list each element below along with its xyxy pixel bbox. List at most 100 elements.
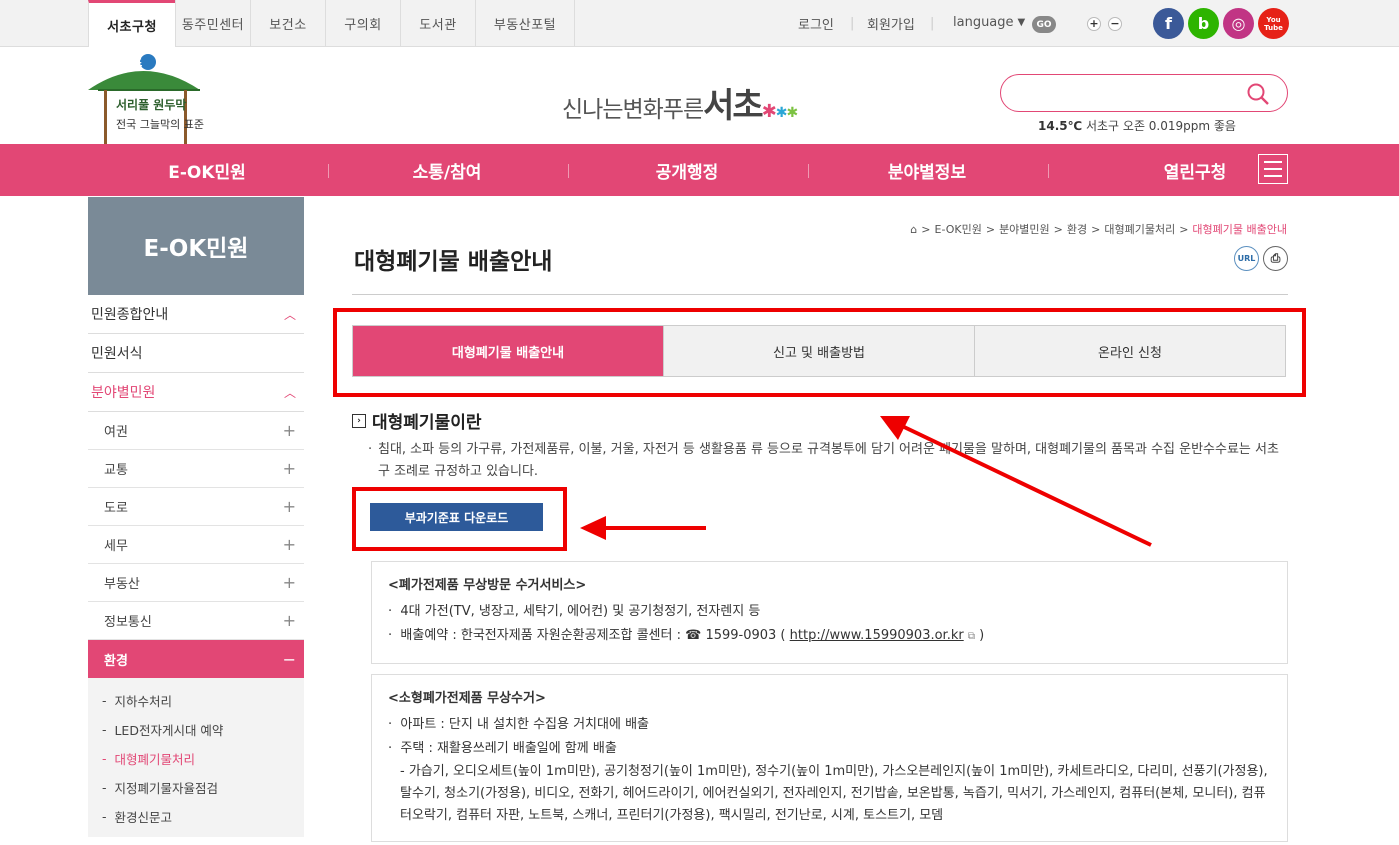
lnb-d3-large-waste[interactable]: - 대형폐기물처리 (88, 744, 304, 773)
lnb-d3-label: 지하수처리 (114, 694, 172, 709)
lnb-d3-label: 환경신문고 (114, 810, 172, 825)
lnb-sub-road[interactable]: 도로 + (88, 488, 304, 526)
star-icon: ✱ (786, 105, 799, 121)
gnb-open-admin[interactable]: 공개행정 (567, 144, 807, 196)
minus-icon: − (282, 649, 296, 669)
site-tab-realestate[interactable]: 부동산포털 (475, 0, 575, 47)
site-tab-health[interactable]: 보건소 (250, 0, 325, 47)
youtube-icon[interactable]: You Tube (1258, 8, 1289, 39)
site-tab-guchung[interactable]: 서초구청 (88, 0, 175, 48)
site-tab-library[interactable]: 도서관 (400, 0, 475, 47)
section-title: 대형폐기물이란 (372, 413, 482, 433)
site-tab-council[interactable]: 구의회 (325, 0, 400, 47)
breadcrumb-sep: > (1179, 222, 1189, 236)
recycling-site-link[interactable]: http://www.15990903.or.kr (790, 628, 964, 643)
lnb-sub-label: 교통 (104, 463, 128, 478)
star-icon: ✱ (775, 105, 788, 121)
gnb-eok[interactable]: E-OK민원 (87, 144, 327, 196)
logo-title: 서리풀 원두막 (116, 98, 187, 112)
site-logo[interactable]: 신나는변화푸른서초✱✱✱ (562, 78, 799, 127)
lnb-sub-label: 부동산 (104, 577, 140, 592)
hamburger-line (1264, 175, 1282, 177)
lnb-d3-designated-waste[interactable]: - 지정폐기물자율점검 (88, 773, 304, 802)
facebook-icon[interactable]: f (1153, 8, 1184, 39)
annotation-highlight-tabs (333, 308, 1306, 397)
plus-icon: + (282, 611, 296, 630)
box-title: <소형폐가전제품 무상수거> (388, 691, 546, 706)
join-link[interactable]: 회원가입 (867, 0, 915, 47)
lnb-sub-label: 여권 (104, 425, 128, 440)
search-icon[interactable] (1246, 82, 1270, 106)
gnb-communication[interactable]: 소통/참여 (327, 144, 567, 196)
list-item: · 아파트 : 단지 내 설치한 수집용 거치대에 배출 (388, 717, 649, 732)
breadcrumb-item[interactable]: E-OK민원 (935, 221, 982, 237)
zoom-out-button[interactable]: − (1108, 17, 1122, 31)
lnb-item-field[interactable]: 분야별민원 ︿ (88, 373, 304, 412)
breadcrumb-item[interactable]: 분야별민원 (999, 221, 1050, 237)
slogan-prefix: 신나는변화푸른 (562, 97, 704, 123)
home-icon[interactable]: ⌂ (910, 223, 917, 236)
lnb-item-general[interactable]: 민원종합안내 ︿ (88, 295, 304, 334)
chevron-up-icon: ︿ (283, 307, 296, 322)
appliance-list: - 가습기, 오디오세트(높이 1m미만), 공기청정기(높이 1m미만), 정… (400, 764, 1268, 823)
breadcrumb-current: 대형폐기물 배출안내 (1192, 223, 1287, 236)
plus-icon: + (282, 421, 296, 440)
weather-temp: 14.5℃ (1038, 119, 1083, 133)
divider (1048, 164, 1049, 178)
slogan-main: 서초 (703, 86, 764, 126)
lnb-d3-label: 대형폐기물처리 (114, 752, 195, 767)
instagram-icon[interactable]: ◎ (1223, 8, 1254, 39)
lnb-sub-traffic[interactable]: 교통 + (88, 450, 304, 488)
list-item-text: 4대 가전(TV, 냉장고, 세탁기, 에어컨) 및 공기청정기, 전자렌지 등 (400, 604, 761, 619)
language-label: language (953, 15, 1014, 30)
lnb-item-label: 분야별민원 (91, 385, 156, 401)
logo-subtitle: 전국 그늘막의 표준 (116, 118, 204, 131)
zoom-in-button[interactable]: + (1087, 17, 1101, 31)
list-item-text: 아파트 : 단지 내 설치한 수집용 거치대에 배출 (400, 717, 649, 732)
language-select[interactable]: language ▼ (953, 15, 1025, 30)
lnb-title: E-OK민원 (88, 197, 304, 295)
gnb-field-info[interactable]: 분야별정보 (807, 144, 1047, 196)
box-title: <폐가전제품 무상방문 수거서비스> (388, 578, 587, 593)
lnb-sub-passport[interactable]: 여권 + (88, 412, 304, 450)
breadcrumb: ⌂ > E-OK민원 > 분야별민원 > 환경 > 대형폐기물처리 > 대형폐기… (910, 221, 1287, 237)
lnb-sub-label: 세무 (104, 539, 128, 554)
list-item-text: ) (975, 628, 985, 643)
breadcrumb-item[interactable]: 환경 (1067, 221, 1087, 237)
search-input[interactable] (1019, 75, 1249, 109)
lnb-item-label: 민원서식 (91, 346, 143, 362)
top-utility-bar: 서초구청 동주민센터 보건소 구의회 도서관 부동산포털 로그인 | 회원가입 … (0, 0, 1399, 48)
lnb-sub-label: 도로 (104, 501, 128, 516)
lnb-d3-label: LED전자게시대 예약 (114, 723, 224, 738)
url-copy-button[interactable]: URL (1234, 246, 1259, 271)
lnb-d3-eco-report[interactable]: - 환경신문고 (88, 802, 304, 831)
lnb-sub-realestate[interactable]: 부동산 + (88, 564, 304, 602)
all-menu-button[interactable] (1258, 154, 1288, 184)
plus-icon: + (282, 497, 296, 516)
lnb-sub-environment[interactable]: 환경 − (88, 640, 304, 678)
breadcrumb-item[interactable]: 대형폐기물처리 (1104, 221, 1175, 237)
list-item: · 주택 : 재활용쓰레기 배출일에 함께 배출 (388, 741, 617, 756)
lnb-sub-label: 환경 (104, 653, 128, 669)
print-icon[interactable]: ⎙ (1263, 246, 1288, 271)
go-button[interactable]: GO (1032, 16, 1056, 33)
info-box-appliance-pickup: <폐가전제품 무상방문 수거서비스> · 4대 가전(TV, 냉장고, 세탁기,… (371, 561, 1288, 664)
chevron-down-icon: ▼ (1017, 17, 1026, 28)
site-tab-community[interactable]: 동주민센터 (175, 0, 250, 47)
main-navigation: E-OK민원 소통/참여 공개행정 분야별정보 열린구청 (0, 144, 1399, 196)
wondumak-logo[interactable]: 서초 서리풀 원두막 전국 그늘막의 표준 (88, 52, 208, 144)
blog-icon[interactable]: b (1188, 8, 1219, 39)
hamburger-line (1264, 168, 1282, 170)
list-item-text: 주택 : 재활용쓰레기 배출일에 함께 배출 (400, 741, 617, 756)
weather-info: 14.5℃ 서초구 오존 0.019ppm 좋음 (1038, 117, 1236, 134)
lnb-d3-groundwater[interactable]: - 지하수처리 (88, 686, 304, 715)
lnb-sub-tax[interactable]: 세무 + (88, 526, 304, 564)
lnb-d3-led[interactable]: - LED전자게시대 예약 (88, 715, 304, 744)
lnb-item-forms[interactable]: 민원서식 (88, 334, 304, 373)
annotation-arrow-diagonal (880, 416, 1152, 547)
bullet-arrow-icon: › (352, 413, 366, 428)
login-link[interactable]: 로그인 (798, 0, 834, 47)
lnb-sub-it[interactable]: 정보통신 + (88, 602, 304, 640)
divider (352, 294, 1288, 295)
bullet: · (368, 442, 373, 457)
